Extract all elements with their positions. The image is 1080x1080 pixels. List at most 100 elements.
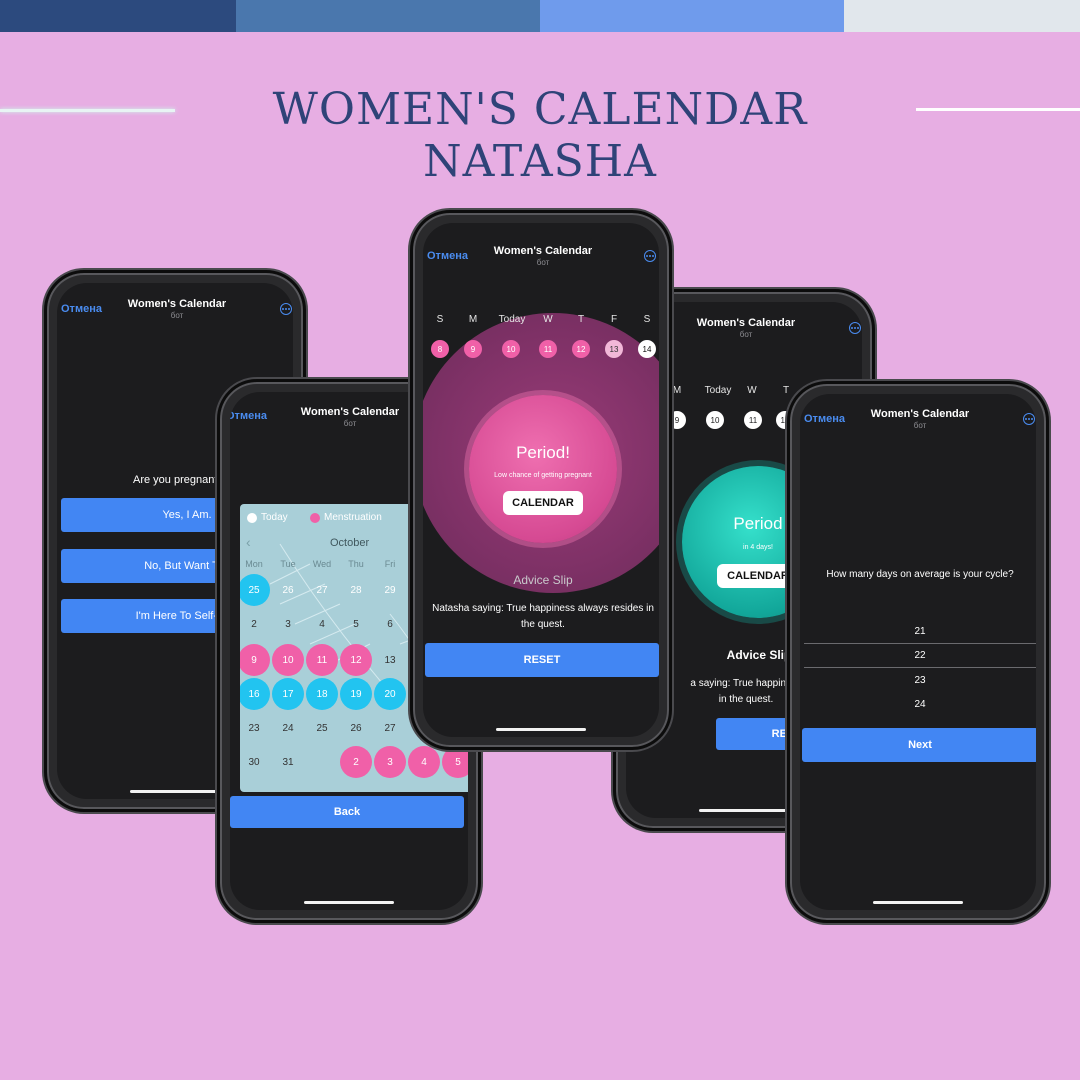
calendar-day[interactable]: 28 <box>340 574 372 606</box>
chevron-left-icon[interactable]: ‹ <box>246 534 251 550</box>
week-day[interactable]: 13 <box>605 340 623 358</box>
app-title: Women's Calendar <box>870 408 970 420</box>
calendar-day[interactable]: 30 <box>240 746 270 778</box>
calendar-day[interactable]: 4 <box>306 608 338 640</box>
picker-divider <box>804 643 1036 644</box>
weekday-header: Mon <box>245 559 263 569</box>
weekday-header: Fri <box>384 559 396 569</box>
picker-option[interactable]: 24 <box>800 699 1036 710</box>
more-icon[interactable] <box>1023 413 1035 425</box>
pregnant-question: Are you pregnant? <box>133 474 224 486</box>
calendar-day[interactable]: 23 <box>240 712 270 744</box>
back-button[interactable]: Back <box>230 796 464 828</box>
calendar-day[interactable]: 2 <box>240 608 270 640</box>
color-swatch <box>0 0 236 32</box>
legend-menstruation-dot <box>310 513 320 523</box>
phone-screen: Отмена Women's Calendar бот How many day… <box>800 394 1036 910</box>
week-label: M <box>468 314 478 325</box>
week-day-today[interactable]: 10 <box>706 411 724 429</box>
color-swatch <box>844 0 1080 32</box>
calendar-day[interactable]: 5 <box>442 746 468 778</box>
calendar-day[interactable]: 11 <box>306 644 338 676</box>
page-title: WOMEN'S CALENDAR <box>272 84 808 135</box>
calendar-day[interactable]: 17 <box>272 678 304 710</box>
home-indicator <box>130 790 220 793</box>
calendar-day[interactable]: 4 <box>408 746 440 778</box>
calendar-day[interactable]: 2 <box>340 746 372 778</box>
phone-cycle: Отмена Women's Calendar бот How many day… <box>787 381 1049 923</box>
calendar-day[interactable]: 27 <box>374 712 406 744</box>
calendar-day[interactable]: 29 <box>374 574 406 606</box>
more-icon[interactable] <box>849 322 861 334</box>
calendar-day[interactable]: 13 <box>374 644 406 676</box>
week-label: S <box>436 314 444 325</box>
phone-period: Отмена Women's Calendar бот S M Today W … <box>410 210 672 750</box>
week-label-today: Today <box>498 314 526 325</box>
calendar-day[interactable]: 19 <box>340 678 372 710</box>
month-label: October <box>330 537 370 549</box>
phone-screen: Отмена Women's Calendar бот S M Today W … <box>423 223 659 737</box>
calendar-day[interactable]: 10 <box>272 644 304 676</box>
app-title: Women's Calendar <box>493 245 593 257</box>
legend-menstruation-label: Menstruation <box>324 512 382 523</box>
week-day[interactable]: 12 <box>572 340 590 358</box>
week-day[interactable]: 11 <box>744 411 762 429</box>
calendar-day[interactable]: 31 <box>272 746 304 778</box>
calendar-day[interactable]: 18 <box>306 678 338 710</box>
weekday-header: Tue <box>280 559 296 569</box>
next-button[interactable]: Next <box>802 728 1036 762</box>
calendar-day[interactable]: 24 <box>272 712 304 744</box>
page-subtitle: NATASHA <box>423 136 657 187</box>
picker-option[interactable]: 23 <box>800 675 1036 686</box>
calendar-day[interactable]: 27 <box>306 574 338 606</box>
week-label: S <box>643 314 651 325</box>
calendar-day[interactable]: 26 <box>272 574 304 606</box>
calendar-day[interactable]: 5 <box>340 608 372 640</box>
calendar-day[interactable]: 26 <box>340 712 372 744</box>
calendar-day[interactable]: 12 <box>340 644 372 676</box>
app-subtitle: бот <box>536 258 550 267</box>
week-label-today: Today <box>704 385 732 396</box>
week-day[interactable]: 14 <box>638 340 656 358</box>
reset-button[interactable]: RESET <box>425 643 659 677</box>
calendar-day[interactable]: 20 <box>374 678 406 710</box>
calendar-day[interactable]: 6 <box>374 608 406 640</box>
status-circle <box>469 395 617 543</box>
status-title: Period! <box>516 443 570 462</box>
more-icon[interactable] <box>280 303 292 315</box>
week-day[interactable]: 9 <box>464 340 482 358</box>
more-icon[interactable] <box>644 250 656 262</box>
picker-option[interactable]: 21 <box>800 626 1036 637</box>
legend-today-dot <box>247 513 257 523</box>
calendar-day[interactable]: 25 <box>306 712 338 744</box>
advice-text: Natasha saying: True happiness always re… <box>432 603 654 630</box>
app-subtitle: бот <box>913 421 927 430</box>
week-day-today[interactable]: 10 <box>502 340 520 358</box>
top-color-bar <box>0 0 1080 32</box>
week-day[interactable]: 11 <box>539 340 557 358</box>
weekday-header: Wed <box>312 559 332 569</box>
calendar-button[interactable]: CALENDAR <box>503 491 583 515</box>
calendar-day[interactable]: 3 <box>272 608 304 640</box>
weekday-header: Thu <box>348 559 364 569</box>
status-subtitle: Low chance of getting pregnant <box>494 472 592 479</box>
home-indicator <box>496 728 586 731</box>
week-label: W <box>543 314 553 325</box>
week-label: T <box>577 314 585 325</box>
calendar-day[interactable]: 3 <box>374 746 406 778</box>
picker-divider <box>804 667 1036 668</box>
legend-today-label: Today <box>261 512 288 523</box>
home-indicator <box>304 901 394 904</box>
week-day[interactable]: 8 <box>431 340 449 358</box>
color-swatch <box>236 0 540 32</box>
color-swatch <box>540 0 844 32</box>
app-title: Women's Calendar <box>127 298 227 310</box>
week-label: F <box>610 314 618 325</box>
week-label: W <box>747 385 757 396</box>
home-indicator <box>699 809 789 812</box>
home-indicator <box>873 901 963 904</box>
advice-title: Advice Slip <box>513 573 573 587</box>
cycle-question: How many days on average is your cycle? <box>826 569 1014 580</box>
app-subtitle: бот <box>170 311 184 320</box>
picker-option-selected[interactable]: 22 <box>800 650 1036 661</box>
